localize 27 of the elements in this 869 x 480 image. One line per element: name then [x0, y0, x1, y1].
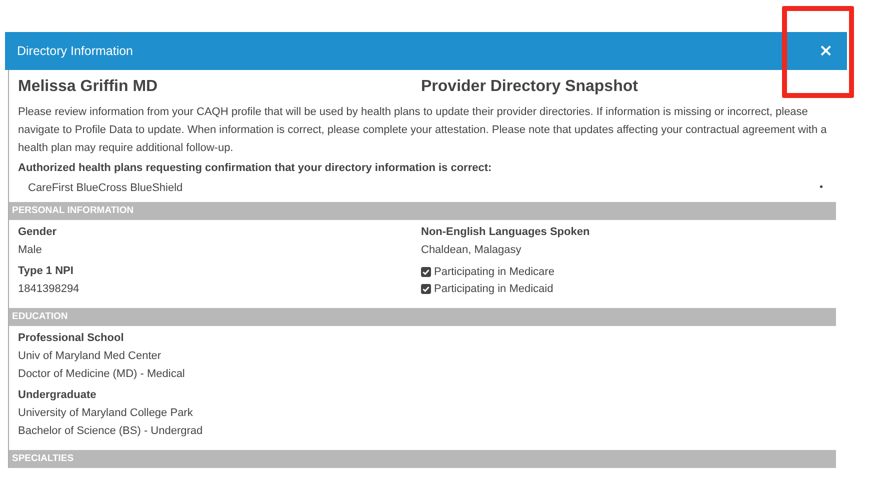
field-label: Gender	[18, 225, 58, 240]
checkbox-label: Participating in Medicare	[434, 266, 554, 278]
plans-heading: Authorized health plans requesting confirmation that your directory information is correct:	[18, 161, 493, 176]
bullet-mark: •	[819, 181, 823, 195]
checkbox[interactable]	[421, 284, 431, 294]
snapshot-title: Provider Directory Snapshot	[421, 78, 638, 96]
field-value: Univ of Maryland Med Center	[18, 349, 162, 364]
dialog-title: Directory Information	[17, 44, 134, 58]
field-value: 1841398294	[18, 282, 80, 297]
checkbox[interactable]	[421, 266, 431, 276]
field-value: Bachelor of Science (BS) - Undergrad	[18, 424, 204, 439]
plan-name: CareFirst BlueCross BlueShield	[28, 181, 183, 196]
field-value: Male	[18, 243, 43, 258]
section-header: EDUCATION	[9, 308, 836, 326]
intro-text: Please review information from your CAQH profile that will be used by health plans to update their provider directories. If information is missing or incorrect, please navigate to Profile Data to update. When information is correct, please complete your attestation. Please note that updates affecting your contractual agreement with a health plan may require additional follow-up.	[18, 105, 828, 156]
field-value: Chaldean, Malagasy	[421, 243, 522, 258]
section-header: SPECIALTIES	[9, 450, 836, 468]
field-value: University of Maryland College Park	[18, 406, 194, 421]
field-label: Non-English Languages Spoken	[421, 225, 591, 240]
field-label: Type 1 NPI	[18, 264, 74, 279]
close-button[interactable]: ×	[816, 42, 835, 60]
checkbox-label: Participating in Medicaid	[434, 282, 554, 294]
field-label: Undergraduate	[18, 388, 98, 403]
provider-name: Melissa Griffin MD	[18, 78, 159, 96]
field-value: Doctor of Medicine (MD) - Medical	[18, 367, 186, 382]
section-header: PERSONAL INFORMATION	[9, 202, 836, 220]
field-label: Professional School	[18, 331, 125, 346]
